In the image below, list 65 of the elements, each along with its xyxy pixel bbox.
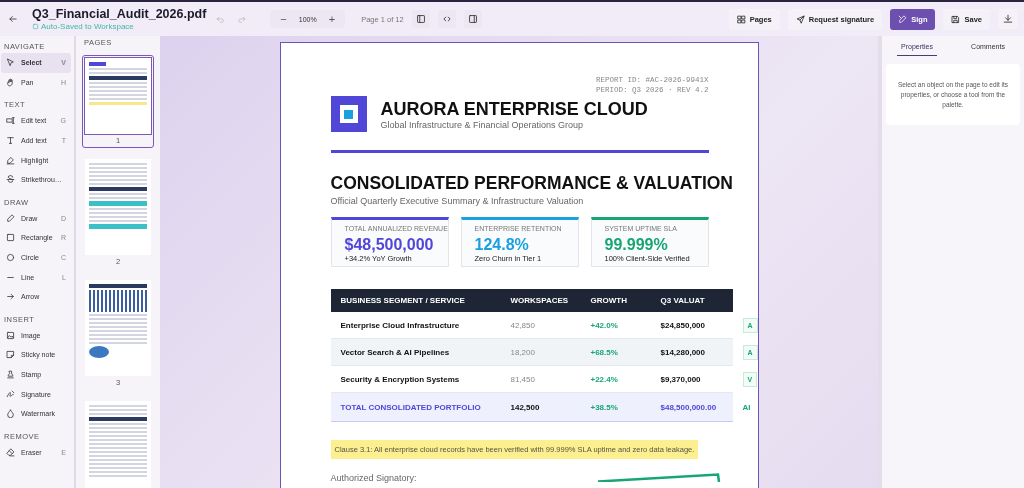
save-icon [951,14,961,24]
kpi-value: $48,500,000 [344,236,435,254]
autosave-status: Auto-Saved to Workspace [32,22,207,31]
table-cell: $48,500,000.00 [650,392,733,422]
table-cell: 142,500 [500,392,581,422]
droplet-icon [6,409,15,419]
column-header: BUSINESS SEGMENT / SERVICE [330,289,501,312]
table-cell: TOTAL CONSOLIDATED PORTFOLIO [330,392,501,422]
sidebar-right-icon [467,14,478,24]
table-cell: +42.0% [580,312,651,339]
logo-icon [330,96,367,132]
table-cell: 81,450 [500,365,581,393]
column-header: WORKSPACES [500,289,581,312]
stamp-icon [6,370,15,379]
report-heading: CONSOLIDATED PERFORMANCE & VALUATION [330,173,734,194]
column-header: GROWTH [580,289,651,312]
table-cell: $9,370,000 [650,365,733,393]
text-cursor-icon [6,116,15,126]
strikethrough-icon [6,175,15,185]
code-icon [441,14,452,24]
table-cell: 18,200 [500,338,581,366]
back-arrow-icon [8,14,18,24]
table-cell: $14,280,000 [650,338,733,366]
company-name: AURORA ENTERPRISE CLOUD [380,98,648,120]
report-subheading: Official Quarterly Executive Summary & Infrastructure Valuation [330,196,585,206]
table-cell: 42,850 [500,312,581,339]
zoom-in-button[interactable]: + [322,13,342,25]
sidebar-left-icon [415,14,426,24]
left-panel-toggle[interactable] [411,10,430,28]
table-cell: +68.5% [580,338,651,366]
undo-icon [216,14,226,24]
column-header: Q3 VALUAT [650,289,733,312]
grid-icon [736,14,746,24]
note-icon [6,350,15,360]
pen-icon [898,14,908,24]
pencil-icon [6,213,15,223]
table-cell: +22.4% [580,365,651,393]
zoom-out-button[interactable]: − [274,13,293,25]
rectangle-icon [6,233,15,243]
file-name: Q3_Financial_Audit_2026.pdf [32,7,207,21]
table-cell: +38.5% [580,392,651,422]
signature-icon [6,389,15,399]
kpi-value: 124.8% [474,236,530,254]
right-panel-toggle[interactable] [463,10,482,28]
send-icon [795,14,805,24]
table-cell: Vector Search & AI Pipelines [330,338,501,366]
table-cell: Enterprise Cloud Infrastructure [330,312,501,339]
circle-icon [6,253,15,263]
arrow-icon [6,292,15,302]
image-icon [6,330,15,340]
download-button[interactable] [998,9,1018,29]
hand-icon [6,77,15,87]
pointer-icon [6,58,15,68]
status-text: AI [742,402,751,412]
redo-icon [237,14,247,24]
text-icon [6,136,15,146]
download-icon [1003,14,1013,24]
eraser-icon [6,447,15,457]
signatory-label: Authorized Signatory: [330,473,417,483]
table-cell: Security & Encryption Systems [330,365,501,393]
code-view-button[interactable] [437,10,456,28]
kpi-value: 99.999% [604,236,669,254]
company-subtitle: Global Infrastructure & Financial Operations Group [380,119,585,130]
highlighter-icon [6,155,15,165]
table-cell: $24,850,000 [650,312,733,339]
